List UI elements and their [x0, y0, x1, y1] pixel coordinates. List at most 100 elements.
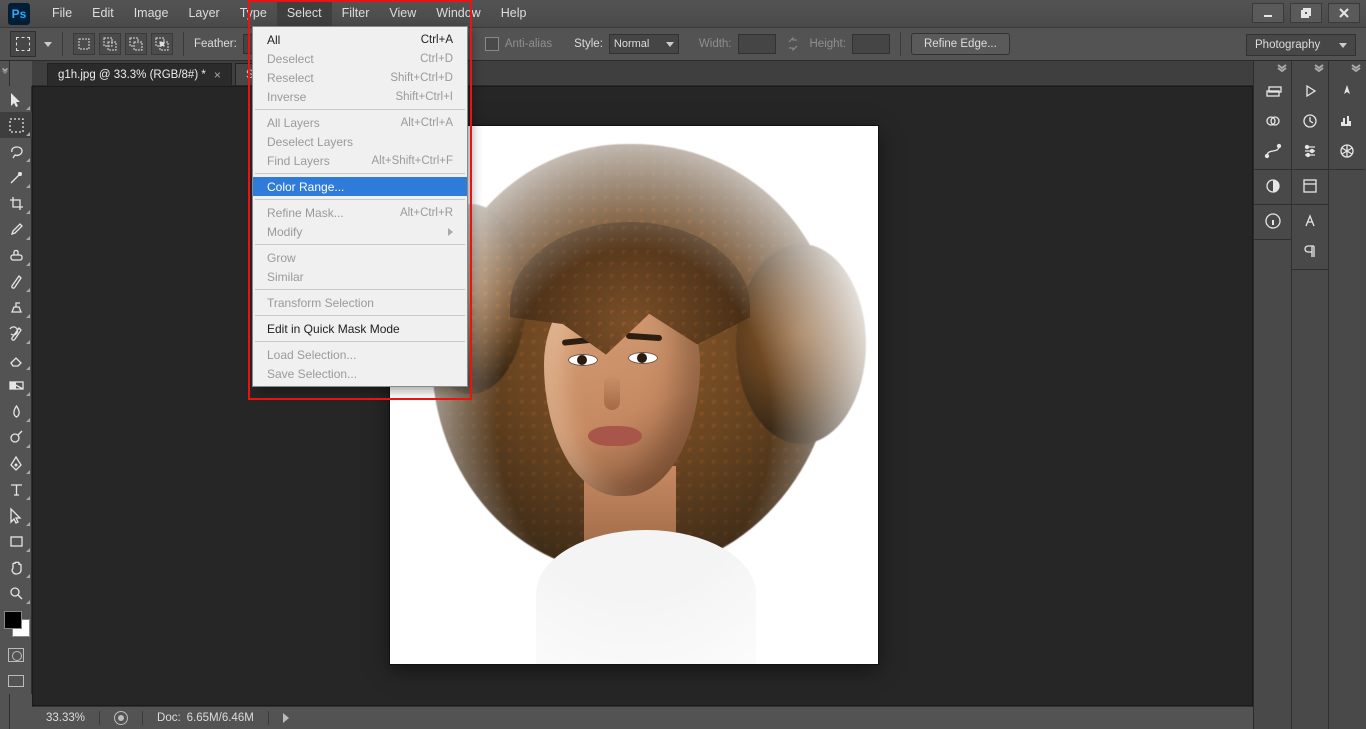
screen-mode-button[interactable] [0, 668, 32, 694]
selection-new-button[interactable] [73, 33, 95, 55]
layers-icon[interactable] [1262, 81, 1284, 101]
swatches-icon[interactable] [1336, 141, 1358, 161]
style-dropdown[interactable]: Normal [609, 34, 679, 54]
tools-collapse-button[interactable] [0, 63, 10, 77]
hand-tool[interactable] [0, 554, 32, 580]
options-bar: Feather: Anti-alias Style: Normal Width:… [0, 27, 1366, 61]
menu-item-all[interactable]: AllCtrl+A [253, 30, 467, 49]
selection-subtract-button[interactable] [125, 33, 147, 55]
menu-item-similar: Similar [253, 267, 467, 286]
channels-icon[interactable] [1262, 111, 1284, 131]
clone-stamp-tool[interactable] [0, 294, 32, 320]
window-minimize-button[interactable] [1252, 3, 1284, 23]
menu-item-color-range[interactable]: Color Range... [253, 177, 467, 196]
workspace-switcher[interactable]: Photography [1246, 34, 1356, 56]
menu-item-refine-mask: Refine Mask...Alt+Ctrl+R [253, 203, 467, 222]
menu-item-edit-in-quick-mask-mode[interactable]: Edit in Quick Mask Mode [253, 319, 467, 338]
magic-wand-tool[interactable] [0, 164, 32, 190]
menu-item-label: Grow [267, 251, 296, 265]
menu-image[interactable]: Image [124, 0, 179, 27]
close-tab-icon[interactable]: × [214, 68, 221, 82]
menu-edit[interactable]: Edit [82, 0, 124, 27]
type-tool[interactable] [0, 476, 32, 502]
menu-filter[interactable]: Filter [332, 0, 380, 27]
menu-layer[interactable]: Layer [178, 0, 229, 27]
eraser-tool[interactable] [0, 346, 32, 372]
selection-intersect-button[interactable] [151, 33, 173, 55]
status-more-button[interactable] [283, 713, 289, 723]
menu-help[interactable]: Help [491, 0, 537, 27]
quick-mask-toggle[interactable] [0, 642, 32, 668]
menu-view[interactable]: View [379, 0, 426, 27]
panel-group [1292, 205, 1328, 270]
menu-select[interactable]: Select [277, 0, 332, 27]
info-icon[interactable] [1262, 211, 1284, 231]
menu-item-save-selection: Save Selection... [253, 364, 467, 383]
menu-item-shortcut: Alt+Ctrl+A [401, 117, 453, 129]
gradient-tool[interactable] [0, 372, 32, 398]
menu-item-shortcut: Alt+Ctrl+R [400, 207, 453, 219]
menu-item-label: Modify [267, 225, 302, 239]
paragraph-icon[interactable] [1299, 241, 1321, 261]
pen-tool[interactable] [0, 450, 32, 476]
menu-bar: Ps FileEditImageLayerTypeSelectFilterVie… [0, 0, 1366, 27]
brush-tool[interactable] [0, 268, 32, 294]
menu-separator [255, 109, 465, 110]
crop-tool[interactable] [0, 190, 32, 216]
history-icon[interactable] [1299, 111, 1321, 131]
document-tab[interactable]: g1h.jpg @ 33.3% (RGB/8#) *× [47, 63, 232, 85]
window-controls [1246, 3, 1360, 23]
adjustments-icon[interactable] [1262, 176, 1284, 196]
spot-heal-tool[interactable] [0, 242, 32, 268]
window-restore-button[interactable] [1290, 3, 1322, 23]
zoom-tool[interactable] [0, 580, 32, 606]
paths-icon[interactable] [1262, 141, 1284, 161]
move-tool[interactable] [0, 86, 32, 112]
height-label: Height: [810, 38, 846, 50]
history-brush-tool[interactable] [0, 320, 32, 346]
panel-collapse-button[interactable] [1329, 61, 1365, 75]
active-tool-preset-button[interactable] [10, 31, 36, 57]
character-icon[interactable] [1299, 211, 1321, 231]
color-swatches[interactable] [0, 608, 32, 642]
panel-group [1254, 205, 1291, 240]
selection-add-button[interactable] [99, 33, 121, 55]
properties-icon[interactable] [1299, 176, 1321, 196]
menu-file[interactable]: File [42, 0, 82, 27]
menu-item-label: Edit in Quick Mask Mode [267, 322, 400, 336]
refine-edge-button[interactable]: Refine Edge... [911, 33, 1010, 55]
select-menu-dropdown: AllCtrl+ADeselectCtrl+DReselectShift+Ctr… [252, 26, 468, 387]
menu-item-transform-selection: Transform Selection [253, 293, 467, 312]
menu-item-shortcut: Shift+Ctrl+D [390, 72, 453, 84]
zoom-readout[interactable]: 33.33% [46, 712, 85, 724]
navigator-icon[interactable] [1336, 81, 1358, 101]
workspace-label: Photography [1255, 39, 1320, 51]
width-input [738, 34, 776, 54]
menu-item-shortcut: Ctrl+A [421, 34, 453, 46]
eyedropper-tool[interactable] [0, 216, 32, 242]
tool-preset-dropdown-icon[interactable] [44, 42, 52, 47]
status-bar: 33.33% Doc: 6.65M/6.46M [32, 706, 1253, 729]
width-label: Width: [699, 38, 732, 50]
menu-type[interactable]: Type [230, 0, 277, 27]
menu-separator [255, 173, 465, 174]
status-sync-icon[interactable] [114, 711, 128, 725]
lasso-tool[interactable] [0, 138, 32, 164]
foreground-swatch[interactable] [4, 611, 22, 629]
dodge-tool[interactable] [0, 424, 32, 450]
window-close-button[interactable] [1328, 3, 1360, 23]
actions-icon[interactable] [1299, 81, 1321, 101]
menu-window[interactable]: Window [426, 0, 490, 27]
rect-marquee-tool[interactable] [0, 112, 32, 138]
blur-tool[interactable] [0, 398, 32, 424]
panel-collapse-button[interactable] [1254, 61, 1291, 75]
document-tab-strip: g1h.jpg @ 33.3% (RGB/8#) *×Sce× [32, 61, 1253, 86]
panel-collapse-button[interactable] [1292, 61, 1328, 75]
path-select-tool[interactable] [0, 502, 32, 528]
rectangle-shape-tool[interactable] [0, 528, 32, 554]
tool-presets-icon[interactable] [1299, 141, 1321, 161]
tools-panel [0, 86, 32, 694]
menu-item-deselect-layers: Deselect Layers [253, 132, 467, 151]
canvas-area[interactable] [32, 86, 1253, 706]
histogram-icon[interactable] [1336, 111, 1358, 131]
